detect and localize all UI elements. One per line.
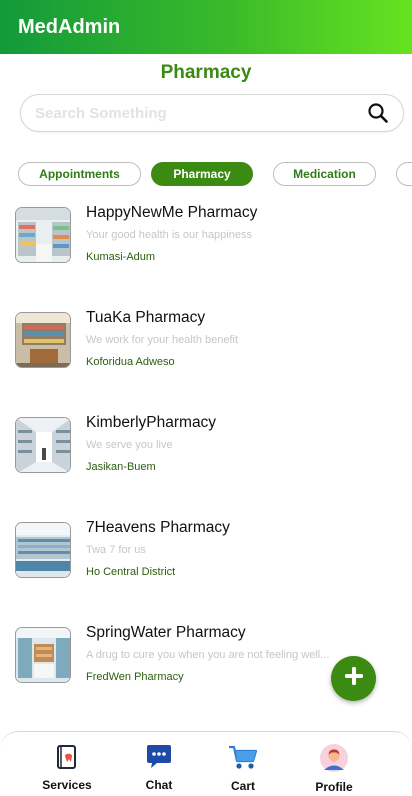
app-bar: MedAdmin	[0, 0, 412, 54]
pharmacy-tagline: We serve you live	[86, 439, 173, 451]
nav-label: Profile	[315, 780, 353, 794]
add-pharmacy-button[interactable]	[331, 656, 376, 701]
nav-services[interactable]: Services	[27, 744, 107, 792]
medical-book-icon	[55, 744, 79, 775]
list-item[interactable]: KimberlyPharmacy We serve you live Jasik…	[0, 410, 412, 490]
nav-label: Chat	[145, 778, 173, 792]
nav-label: Cart	[230, 779, 255, 793]
pharmacy-name: SpringWater Pharmacy	[86, 624, 246, 641]
pharmacy-image	[15, 207, 71, 263]
pharmacy-tagline: Twa 7 for us	[86, 544, 146, 556]
list-item[interactable]: TuaKa Pharmacy We work for your health b…	[0, 305, 412, 385]
nav-cart[interactable]: Cart	[203, 744, 283, 793]
pharmacy-location: FredWen Pharmacy	[86, 671, 184, 683]
pharmacy-image	[15, 627, 71, 683]
list-item[interactable]: HappyNewMe Pharmacy Your good health is …	[0, 200, 412, 280]
pharmacy-location: Kumasi-Adum	[86, 251, 156, 263]
tab-appointments[interactable]: Appointments	[18, 162, 141, 186]
pharmacy-name: TuaKa Pharmacy	[86, 309, 206, 326]
chat-icon	[145, 744, 173, 775]
page-title: Pharmacy	[160, 62, 252, 83]
pharmacy-name: 7Heavens Pharmacy	[86, 519, 230, 536]
nav-label: Services	[42, 778, 92, 792]
pharmacy-location: Koforidua Adweso	[86, 356, 175, 368]
search-input[interactable]	[35, 104, 335, 122]
tab-medication[interactable]: Medication	[273, 162, 376, 186]
search-bar	[20, 94, 404, 132]
pharmacy-location: Ho Central District	[86, 566, 176, 578]
pharmacy-image	[15, 417, 71, 473]
pharmacy-tagline: Your good health is our happiness	[86, 229, 252, 241]
avatar-icon	[320, 744, 348, 777]
plus-icon	[344, 666, 364, 691]
nav-chat[interactable]: Chat	[119, 744, 199, 792]
list-item[interactable]: 7Heavens Pharmacy Twa 7 for us Ho Centra…	[0, 515, 412, 595]
pharmacy-location: Jasikan-Buem	[86, 461, 156, 473]
tab-more[interactable]	[396, 162, 412, 186]
pharmacy-tagline: We work for your health benefit	[86, 334, 239, 346]
pharmacy-image	[15, 312, 71, 368]
nav-profile[interactable]: Profile	[294, 744, 374, 794]
pharmacy-image	[15, 522, 71, 578]
pharmacy-name: HappyNewMe Pharmacy	[86, 204, 258, 221]
pharmacy-tagline: A drug to cure you when you are not feel…	[86, 649, 330, 661]
cart-icon	[228, 744, 258, 776]
app-title: MedAdmin	[18, 15, 121, 38]
bottom-nav: Services Chat Cart Profile	[0, 731, 412, 796]
tab-pharmacy[interactable]: Pharmacy	[151, 162, 253, 186]
pharmacy-name: KimberlyPharmacy	[86, 414, 217, 431]
search-icon[interactable]	[367, 102, 389, 124]
category-tabs: Appointments Pharmacy Medication	[0, 162, 412, 188]
